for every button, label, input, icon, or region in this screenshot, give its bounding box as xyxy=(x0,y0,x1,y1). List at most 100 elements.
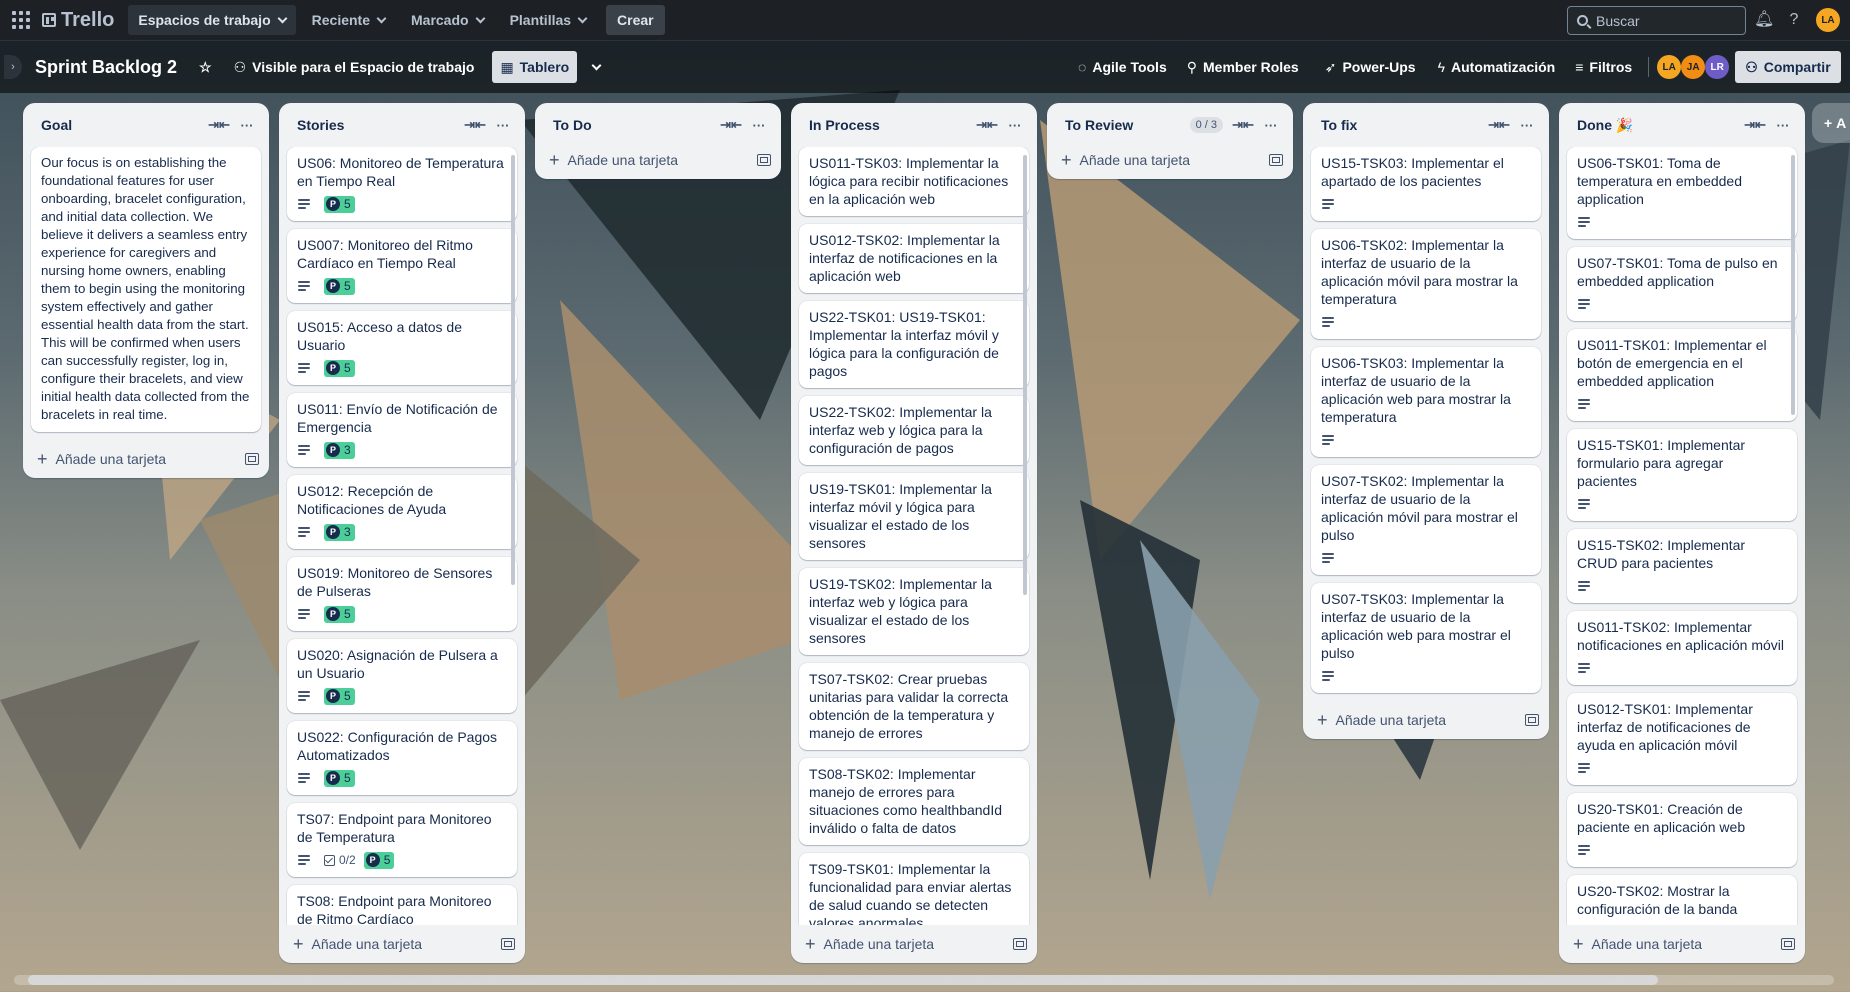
card-template-icon[interactable] xyxy=(1525,714,1539,726)
user-avatar[interactable]: LA xyxy=(1816,8,1840,32)
card[interactable]: US015: Acceso a datos de Usuario P 5 xyxy=(287,311,517,385)
star-board-icon[interactable]: ☆ xyxy=(191,51,220,83)
card[interactable]: US011-TSK01: Implementar el botón de eme… xyxy=(1567,329,1797,421)
add-card-button[interactable]: + Añade una tarjeta xyxy=(535,141,781,179)
card[interactable]: US07-TSK03: Implementar la interfaz de u… xyxy=(1311,583,1541,693)
add-card-button[interactable]: + Añade una tarjeta xyxy=(1303,701,1549,739)
filters-button[interactable]: ≡ Filtros xyxy=(1567,51,1640,83)
card[interactable]: US22-TSK01: US19-TSK01: Implementar la i… xyxy=(799,301,1029,388)
trello-logo[interactable]: Trello xyxy=(42,9,114,32)
search-input[interactable]: Buscar xyxy=(1567,6,1746,35)
card[interactable]: TS07: Endpoint para Monitoreo de Tempera… xyxy=(287,803,517,877)
card-template-icon[interactable] xyxy=(757,154,771,166)
list-title[interactable]: To Review xyxy=(1065,117,1190,133)
member-avatar[interactable]: LR xyxy=(1705,55,1730,79)
card-template-icon[interactable] xyxy=(245,453,259,465)
card[interactable]: US15-TSK01: Implementar formulario para … xyxy=(1567,429,1797,521)
card[interactable]: US07-TSK02: Implementar la interfaz de u… xyxy=(1311,465,1541,575)
card-template-icon[interactable] xyxy=(1781,938,1795,950)
card[interactable]: TS09-TSK01: Implementar la funcionalidad… xyxy=(799,853,1029,925)
card[interactable]: US022: Configuración de Pagos Automatiza… xyxy=(287,721,517,795)
add-card-button[interactable]: + Añade una tarjeta xyxy=(791,925,1037,963)
power-ups-button[interactable]: ➶ Power-Ups xyxy=(1317,51,1424,83)
card[interactable]: US20-TSK02: Mostrar la configuración de … xyxy=(1567,875,1797,925)
goal-card[interactable]: Our focus is on establishing the foundat… xyxy=(31,147,261,432)
list-scrollbar[interactable] xyxy=(1023,155,1027,595)
card[interactable]: US011-TSK02: Implementar notificaciones … xyxy=(1567,611,1797,685)
visibility-button[interactable]: ⚇ Visible para el Espacio de trabajo xyxy=(226,51,483,83)
add-list-button[interactable]: + A xyxy=(1812,103,1850,143)
collapse-list-icon[interactable]: ⇥⇤ xyxy=(975,117,999,133)
member-avatar[interactable]: JA xyxy=(1681,55,1706,79)
list-menu-icon[interactable]: ··· xyxy=(235,118,259,133)
card[interactable]: US012-TSK02: Implementar la interfaz de … xyxy=(799,224,1029,293)
card-template-icon[interactable] xyxy=(501,938,515,950)
list-title[interactable]: To fix xyxy=(1321,117,1483,133)
card[interactable]: US020: Asignación de Pulsera a un Usuari… xyxy=(287,639,517,713)
create-button[interactable]: Crear xyxy=(606,5,665,35)
card[interactable]: US06-TSK01: Toma de temperatura en embed… xyxy=(1567,147,1797,239)
list-title[interactable]: In Process xyxy=(809,117,971,133)
member-roles-button[interactable]: ⚲ Member Roles xyxy=(1179,51,1307,83)
card[interactable]: TS07-TSK02: Crear pruebas unitarias para… xyxy=(799,663,1029,750)
agile-tools-button[interactable]: ◌ Agile Tools xyxy=(1070,51,1175,83)
list-title[interactable]: Goal xyxy=(41,117,203,133)
list-menu-icon[interactable]: ··· xyxy=(1771,118,1795,133)
member-avatar[interactable]: LA xyxy=(1657,55,1682,79)
card[interactable]: US15-TSK02: Implementar CRUD para pacien… xyxy=(1567,529,1797,603)
card[interactable]: TS08-TSK02: Implementar manejo de errore… xyxy=(799,758,1029,845)
board-title[interactable]: Sprint Backlog 2 xyxy=(35,57,177,78)
list-menu-icon[interactable]: ··· xyxy=(1259,118,1283,133)
board-horizontal-scrollbar[interactable] xyxy=(14,975,1834,985)
add-card-button[interactable]: + Añade una tarjeta xyxy=(279,925,525,963)
templates-menu[interactable]: Plantillas xyxy=(500,5,596,35)
card[interactable]: US012-TSK01: Implementar interfaz de not… xyxy=(1567,693,1797,785)
collapse-list-icon[interactable]: ⇥⇤ xyxy=(1231,117,1255,133)
collapse-list-icon[interactable]: ⇥⇤ xyxy=(207,117,231,133)
board-view-button[interactable]: ▦ Tablero xyxy=(492,51,578,83)
card[interactable]: TS08: Endpoint para Monitoreo de Ritmo C… xyxy=(287,885,517,925)
help-icon[interactable]: ? xyxy=(1784,10,1804,30)
list-scrollbar[interactable] xyxy=(511,155,515,585)
add-card-button[interactable]: + Añade una tarjeta xyxy=(23,440,269,478)
list-menu-icon[interactable]: ··· xyxy=(491,118,515,133)
card[interactable]: US20-TSK01: Creación de paciente en apli… xyxy=(1567,793,1797,867)
share-button[interactable]: ⚇ Compartir xyxy=(1735,51,1841,83)
card[interactable]: US007: Monitoreo del Ritmo Cardíaco en T… xyxy=(287,229,517,303)
list-menu-icon[interactable]: ··· xyxy=(1003,118,1027,133)
card[interactable]: US22-TSK02: Implementar la interfaz web … xyxy=(799,396,1029,465)
add-card-button[interactable]: + Añade una tarjeta xyxy=(1047,141,1293,179)
app-switcher-icon[interactable] xyxy=(10,9,32,31)
add-card-button[interactable]: + Añade una tarjeta xyxy=(1559,925,1805,963)
collapse-list-icon[interactable]: ⇥⇤ xyxy=(1487,117,1511,133)
list-menu-icon[interactable]: ··· xyxy=(1515,118,1539,133)
card[interactable]: US06: Monitoreo de Temperatura en Tiempo… xyxy=(287,147,517,221)
card[interactable]: US15-TSK03: Implementar el apartado de l… xyxy=(1311,147,1541,221)
list-scrollbar[interactable] xyxy=(1791,155,1795,415)
card[interactable]: US019: Monitoreo de Sensores de Pulseras… xyxy=(287,557,517,631)
card[interactable]: US012: Recepción de Notificaciones de Ay… xyxy=(287,475,517,549)
card[interactable]: US011: Envío de Notificación de Emergenc… xyxy=(287,393,517,467)
list-menu-icon[interactable]: ··· xyxy=(747,118,771,133)
recent-menu[interactable]: Reciente xyxy=(302,5,395,35)
card[interactable]: US19-TSK02: Implementar la interfaz web … xyxy=(799,568,1029,655)
notifications-icon[interactable]: 🔔︎ xyxy=(1754,10,1774,30)
collapse-list-icon[interactable]: ⇥⇤ xyxy=(463,117,487,133)
card-template-icon[interactable] xyxy=(1013,938,1027,950)
card[interactable]: US011-TSK03: Implementar la lógica para … xyxy=(799,147,1029,216)
sidebar-toggle-icon[interactable]: › xyxy=(4,55,22,79)
list-title[interactable]: To Do xyxy=(553,117,715,133)
starred-menu[interactable]: Marcado xyxy=(401,5,494,35)
scrollbar-thumb[interactable] xyxy=(28,975,1658,985)
workspaces-menu[interactable]: Espacios de trabajo xyxy=(128,5,296,35)
list-title[interactable]: Stories xyxy=(297,117,459,133)
view-switcher-button[interactable] xyxy=(585,51,608,83)
collapse-list-icon[interactable]: ⇥⇤ xyxy=(719,117,743,133)
collapse-list-icon[interactable]: ⇥⇤ xyxy=(1743,117,1767,133)
list-title[interactable]: Done 🎉 xyxy=(1577,117,1739,134)
card[interactable]: US07-TSK01: Toma de pulso en embedded ap… xyxy=(1567,247,1797,321)
card-template-icon[interactable] xyxy=(1269,154,1283,166)
card[interactable]: US06-TSK02: Implementar la interfaz de u… xyxy=(1311,229,1541,339)
card[interactable]: US19-TSK01: Implementar la interfaz móvi… xyxy=(799,473,1029,560)
automation-button[interactable]: ϟ Automatización xyxy=(1430,51,1564,83)
